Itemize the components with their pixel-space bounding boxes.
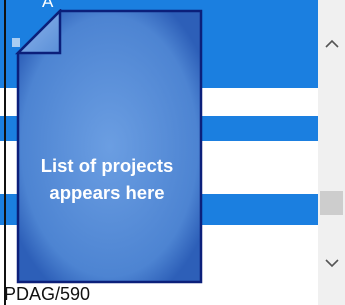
document-placeholder-icon xyxy=(14,9,205,286)
scroll-down-button[interactable] xyxy=(318,250,345,280)
list-left-border xyxy=(4,0,6,305)
vertical-scrollbar[interactable] xyxy=(318,0,345,305)
chevron-down-icon xyxy=(324,259,339,268)
chevron-up-icon xyxy=(324,39,339,48)
placeholder-text-line2: appears here xyxy=(49,182,165,203)
scrollbar-thumb[interactable] xyxy=(320,191,343,215)
scroll-up-button[interactable] xyxy=(318,30,345,60)
placeholder-text: List of projects appears here xyxy=(14,152,200,206)
list-item-label: PDAG/590 xyxy=(4,284,91,304)
placeholder-text-line1: List of projects xyxy=(40,155,174,176)
